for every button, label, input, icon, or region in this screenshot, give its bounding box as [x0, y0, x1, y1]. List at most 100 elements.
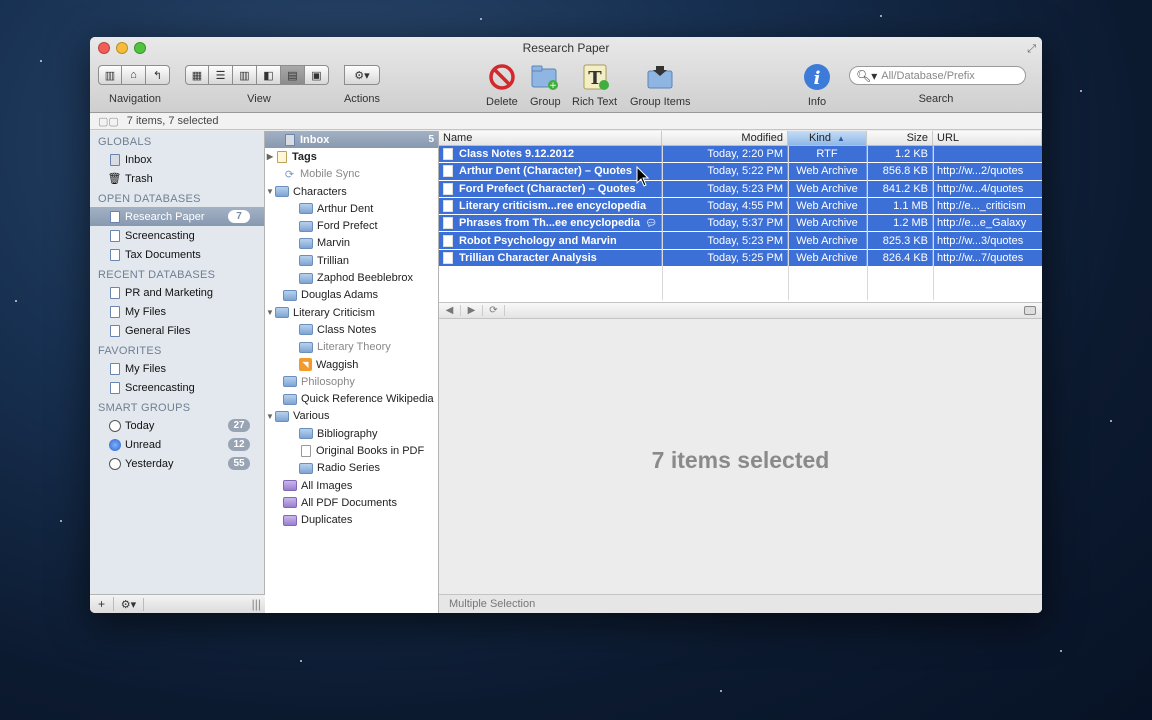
view-group: ▦ ☰ ▥ ◧ ▤ ▣	[185, 65, 329, 85]
tree-item-tags[interactable]: ▶ Tags	[265, 148, 438, 165]
sidebar-toggle-button[interactable]: ▥	[98, 65, 122, 85]
view-columns-button[interactable]: ▥	[233, 65, 257, 85]
database-icon	[108, 210, 121, 223]
table-row[interactable]: Robot Psychology and Marvin Today, 5:23 …	[439, 232, 1042, 250]
cell-size: 825.3 KB	[867, 232, 933, 249]
home-icon: ⌂	[130, 69, 137, 81]
tree-item-various[interactable]: ▼ Various	[265, 408, 438, 425]
view-preview-button[interactable]: ▣	[305, 65, 329, 85]
tree-item-characters[interactable]: ▼ Characters	[265, 183, 438, 200]
sidebar-item-screencasting[interactable]: Screencasting	[90, 226, 264, 245]
cell-size: 841.2 KB	[867, 180, 933, 197]
delete-button[interactable]: Delete	[486, 62, 518, 108]
tree-item-bibliography[interactable]: Bibliography	[265, 425, 438, 442]
sidebar-item-general-files[interactable]: General Files	[90, 321, 264, 340]
forward-arrow-icon[interactable]: ▶	[461, 305, 483, 316]
disclosure-down-icon[interactable]: ▼	[265, 308, 275, 317]
sidebar-item-tax-documents[interactable]: Tax Documents	[90, 245, 264, 264]
table-row[interactable]: Class Notes 9.12.2012 Today, 2:20 PM RTF…	[439, 146, 1042, 164]
view-split-button[interactable]: ◧	[257, 65, 281, 85]
tree-item-literary-theory[interactable]: Literary Theory	[265, 339, 438, 356]
view-icons-button[interactable]: ▦	[185, 65, 209, 85]
sidebar-item-research-paper[interactable]: Research Paper 7	[90, 207, 264, 226]
cell-size: 826.4 KB	[867, 249, 933, 267]
actions-menu-button[interactable]: ⚙▾	[344, 65, 380, 85]
disclosure-down-icon[interactable]: ▼	[265, 412, 275, 421]
group-button[interactable]: + Group	[530, 62, 561, 108]
back-arrow-icon[interactable]: ◀	[439, 305, 461, 316]
cell-modified: Today, 5:25 PM	[662, 249, 788, 267]
tree-item-quick-reference[interactable]: Quick Reference Wikipedia	[265, 390, 438, 407]
home-button[interactable]: ⌂	[122, 65, 146, 85]
folder-icon	[299, 324, 313, 336]
document-icon	[443, 234, 453, 247]
tree-item-class-notes[interactable]: Class Notes	[265, 321, 438, 338]
column-header-name[interactable]: Name	[439, 131, 662, 145]
table-row[interactable]: Phrases from Th...ee encyclopedia 💬︎ Toda…	[439, 215, 1042, 233]
fullscreen-icon[interactable]: ⤢	[1027, 43, 1036, 56]
sidebar-item-today[interactable]: Today 27	[90, 416, 264, 435]
tree-item-waggish[interactable]: ◥ Waggish	[265, 356, 438, 373]
column-header-modified[interactable]: Modified	[662, 131, 788, 145]
folder-icon	[299, 237, 313, 249]
cell-url: http://e..._criticism	[937, 200, 1026, 213]
comment-icon: 💬︎	[645, 217, 657, 228]
reload-icon[interactable]: ⟳	[483, 305, 505, 316]
column-header-kind[interactable]: Kind ▲	[788, 131, 867, 145]
sidebar-item-trash[interactable]: 🗑︎ Trash	[90, 169, 264, 188]
database-icon	[108, 305, 121, 318]
gear-icon[interactable]: ⚙▾	[114, 597, 144, 611]
folder-icon	[275, 410, 289, 422]
sidebar-item-fav-screencasting[interactable]: Screencasting	[90, 378, 264, 397]
folder-icon	[299, 428, 313, 440]
tree-item-all-images[interactable]: All Images	[265, 477, 438, 494]
group-items-button[interactable]: Group Items	[630, 62, 691, 108]
preview-pane: 7 items selected	[439, 319, 1042, 594]
tree-item-mobile-sync[interactable]: ⟳ Mobile Sync	[265, 166, 438, 183]
sidebar-item-yesterday[interactable]: Yesterday 55	[90, 454, 264, 473]
rich-text-button[interactable]: T Rich Text	[572, 62, 617, 108]
sidebar-item-inbox[interactable]: Inbox	[90, 150, 264, 169]
document-icon	[443, 165, 453, 178]
sidebar-item-my-files[interactable]: My Files	[90, 302, 264, 321]
tree-item-ford-prefect[interactable]: Ford Prefect	[265, 217, 438, 234]
resize-handle-icon[interactable]: |||	[252, 597, 261, 611]
add-icon[interactable]: +	[90, 597, 114, 611]
tree-item-zaphod[interactable]: Zaphod Beeblebrox	[265, 269, 438, 286]
count-badge: 5	[428, 134, 434, 146]
view-widescreen-button[interactable]: ▤	[281, 65, 305, 85]
up-arrow-icon: ↰	[152, 69, 163, 82]
tree-item-douglas-adams[interactable]: Douglas Adams	[265, 287, 438, 304]
view-list-button[interactable]: ☰	[209, 65, 233, 85]
navigation-label: Navigation	[109, 93, 161, 105]
up-button[interactable]: ↰	[146, 65, 170, 85]
column-header-url[interactable]: URL	[933, 131, 1042, 145]
tree-item-original-books[interactable]: Original Books in PDF	[265, 442, 438, 459]
star	[1110, 420, 1112, 422]
search-field[interactable]: 🔍︎▾ All/Database/Prefix	[849, 66, 1026, 85]
sidebar-item-pr-marketing[interactable]: PR and Marketing	[90, 283, 264, 302]
table-row[interactable]: Literary criticism...ree encyclopedia To…	[439, 197, 1042, 216]
cell-size: 856.8 KB	[867, 163, 933, 180]
disclosure-down-icon[interactable]: ▼	[265, 187, 275, 196]
tree-item-radio-series[interactable]: Radio Series	[265, 460, 438, 477]
tree-item-marvin[interactable]: Marvin	[265, 235, 438, 252]
tree-item-arthur-dent[interactable]: Arthur Dent	[265, 200, 438, 217]
document-icon	[443, 217, 453, 230]
collapse-icon[interactable]	[1024, 306, 1036, 315]
tree-item-inbox[interactable]: Inbox 5	[265, 131, 438, 149]
sidebar-item-unread[interactable]: Unread 12	[90, 435, 264, 454]
info-button[interactable]: i Info	[802, 62, 832, 108]
column-header-size[interactable]: Size	[867, 131, 933, 145]
cell-modified: Today, 5:23 PM	[662, 232, 788, 249]
disclosure-right-icon[interactable]: ▶	[265, 152, 275, 161]
tree-item-duplicates[interactable]: Duplicates	[265, 512, 438, 529]
tree-item-trillian[interactable]: Trillian	[265, 252, 438, 269]
tree-item-literary-criticism[interactable]: ▼ Literary Criticism	[265, 304, 438, 321]
table-row[interactable]: Ford Prefect (Character) – Quotes Today,…	[439, 180, 1042, 198]
tree-item-philosophy[interactable]: Philosophy	[265, 373, 438, 390]
table-row[interactable]: Trillian Character Analysis Today, 5:25 …	[439, 249, 1042, 268]
sidebar-item-fav-my-files[interactable]: My Files	[90, 359, 264, 378]
tree-item-all-pdf[interactable]: All PDF Documents	[265, 494, 438, 511]
table-row[interactable]: Arthur Dent (Character) – Quotes Today, …	[439, 163, 1042, 181]
